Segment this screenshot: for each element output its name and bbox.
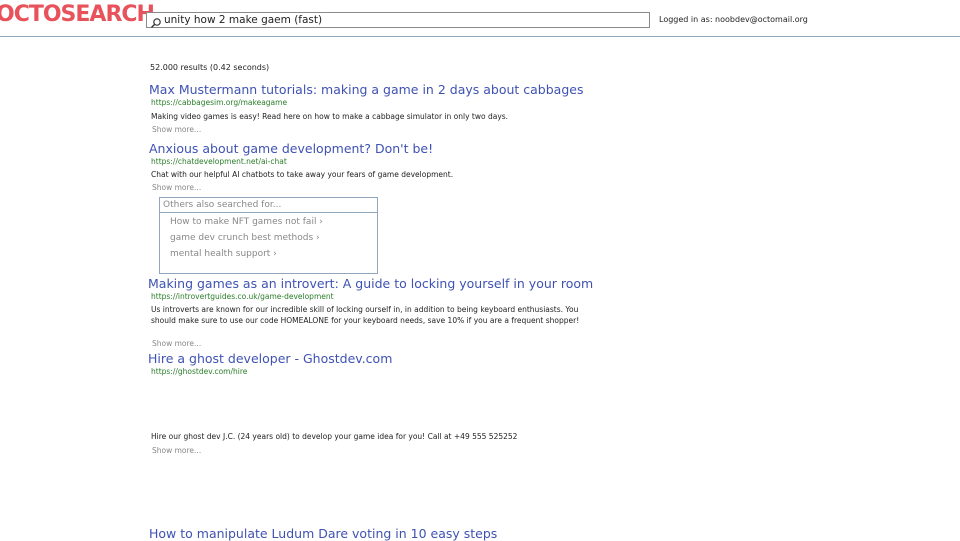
login-status: Logged in as: noobdev@octomail.org [659, 15, 808, 24]
result-title-link[interactable]: Max Mustermann tutorials: making a game … [149, 82, 583, 97]
related-search-item[interactable]: game dev crunch best methods › [170, 233, 320, 243]
result-snippet: Making video games is easy! Read here on… [151, 112, 509, 121]
result-url[interactable]: https://cabbagesim.org/makeagame [151, 98, 287, 107]
show-more-link[interactable]: Show more... [152, 446, 201, 455]
result-snippet: Hire our ghost dev J.C. (24 years old) t… [151, 432, 518, 441]
results-count: 52.000 results (0.42 seconds) [150, 63, 270, 72]
search-icon[interactable] [150, 14, 162, 28]
site-logo[interactable]: OCTOSEARCH [0, 2, 155, 27]
search-input[interactable] [164, 13, 644, 27]
show-more-link[interactable]: Show more... [152, 125, 201, 134]
result-title-link[interactable]: Hire a ghost developer - Ghostdev.com [148, 351, 392, 366]
show-more-link[interactable]: Show more... [152, 183, 201, 192]
result-title-link[interactable]: How to manipulate Ludum Dare voting in 1… [149, 526, 497, 541]
related-search-item[interactable]: mental health support › [170, 249, 277, 259]
show-more-link[interactable]: Show more... [152, 339, 201, 348]
result-title-link[interactable]: Making games as an introvert: A guide to… [148, 276, 593, 291]
result-snippet: Us introverts are known for our incredib… [151, 305, 580, 325]
result-title-link[interactable]: Anxious about game development? Don't be… [149, 141, 433, 156]
result-url[interactable]: https://introvertguides.co.uk/game-devel… [151, 292, 334, 301]
related-searches-header: Others also searched for... [160, 198, 377, 213]
search-bar[interactable] [146, 12, 650, 28]
top-bar: OCTOSEARCH Logged in as: noobdev@octomai… [0, 0, 960, 37]
result-url[interactable]: https://ghostdev.com/hire [151, 367, 247, 376]
result-url[interactable]: https://chatdevelopment.net/ai-chat [151, 157, 287, 166]
related-searches-panel: Others also searched for... How to make … [159, 197, 378, 274]
related-search-item[interactable]: How to make NFT games not fail › [170, 217, 323, 227]
result-snippet: Chat with our helpful AI chatbots to tak… [151, 170, 454, 179]
